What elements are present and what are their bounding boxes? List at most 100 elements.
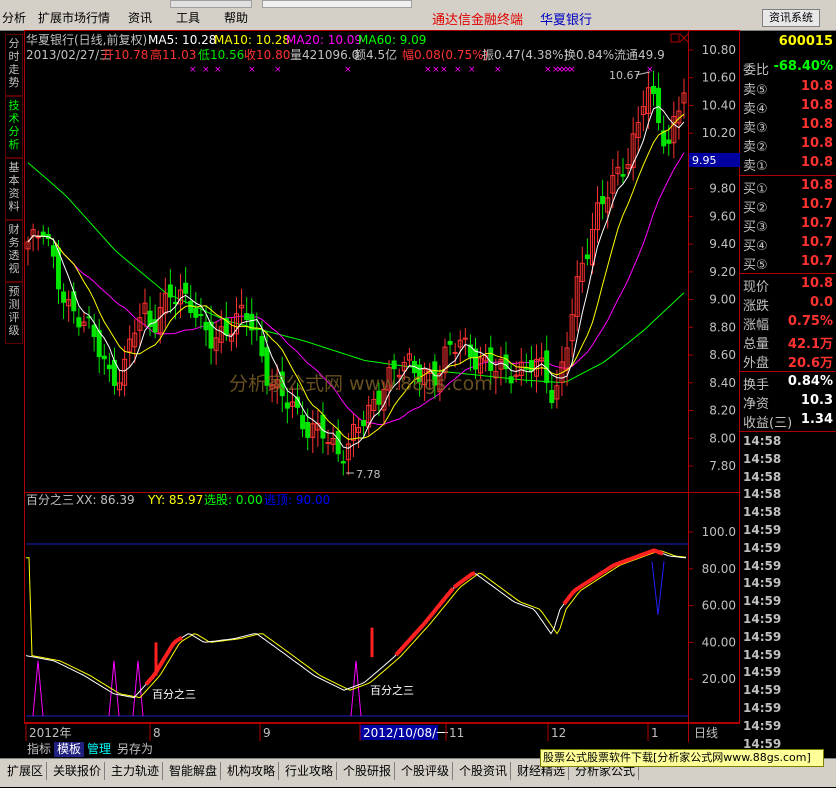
indicator-xx: XX: 86.39 <box>76 493 135 507</box>
stat-row: 涨幅 0.75% <box>740 313 836 333</box>
xx-rising-segment <box>452 571 476 589</box>
period-label[interactable]: 日线 <box>694 726 718 740</box>
menu-analysis[interactable]: 分析 <box>2 9 26 26</box>
stat-value: 0.75% <box>787 314 833 329</box>
signal-label-2: 百分之三 <box>370 683 414 697</box>
ask-row: 卖⑤ 10.8 <box>740 78 836 98</box>
menu-help[interactable]: 帮助 <box>224 9 248 26</box>
tab-intraday-label: 分时走势 <box>8 37 20 89</box>
tick-row: 14:59 <box>740 557 836 575</box>
signal-marker-icon: × <box>214 65 222 75</box>
price-tick-label: 9.40 <box>709 237 736 251</box>
ma5-label: MA5: 10.28 <box>148 33 216 47</box>
candle-body <box>198 314 204 317</box>
tick-row: 14:59 <box>740 574 836 592</box>
candle-body <box>91 324 97 337</box>
status-item[interactable]: 个股研报 <box>340 762 396 780</box>
tab-basic-info[interactable]: 基本资料 <box>5 158 23 220</box>
candle-body <box>656 87 662 124</box>
status-item[interactable]: 智能解盘 <box>166 762 222 780</box>
candle-body <box>391 360 397 370</box>
signal-marker-icon: × <box>568 65 576 75</box>
tab-save-as[interactable]: 另存为 <box>114 742 156 757</box>
status-item[interactable]: 扩展区 <box>4 762 48 780</box>
status-item[interactable]: 个股评级 <box>398 762 454 780</box>
tab-finance[interactable]: 财务透视 <box>5 220 23 282</box>
tick-time: 14:59 <box>743 683 782 698</box>
tick-time: 14:59 <box>743 665 782 680</box>
tick-row: 14:58 <box>740 432 836 450</box>
status-item[interactable]: 机构攻略 <box>224 762 280 780</box>
tab-technical[interactable]: 技术分析 <box>5 96 23 158</box>
panel-close-icon[interactable] <box>679 33 689 43</box>
menu-info[interactable]: 资讯 <box>128 9 152 26</box>
price-tick-label: 8.00 <box>709 431 736 445</box>
candle-body <box>106 364 112 370</box>
time-label: 2012/10/08/一 <box>363 726 448 740</box>
toolbar-tab-right[interactable] <box>262 0 412 8</box>
tab-indicator[interactable]: 指标 <box>24 742 54 757</box>
tick-row: 14:59 <box>740 592 836 610</box>
candle-body <box>523 367 529 370</box>
status-item[interactable]: 行业攻略 <box>282 762 338 780</box>
tick-row: 14:58 <box>740 450 836 468</box>
signal-markers: × × × × × × × × × × × × × ××××× × <box>189 65 654 75</box>
signal-marker-icon: × <box>494 65 502 75</box>
kline-chart[interactable]: 华夏银行(日线,前复权) MA5: 10.28 MA10: 10.28 MA20… <box>24 30 740 742</box>
stat2-row: 换手 0.84% <box>740 373 836 393</box>
signal-label-1: 百分之三 <box>152 687 196 701</box>
ad-banner[interactable]: 股票公式股票软件下载[分析家公式网www.88gs.com] <box>540 749 824 767</box>
tab-basic-info-label: 基本资料 <box>8 161 20 213</box>
panel-restore-icon[interactable] <box>670 33 680 43</box>
menu-tools[interactable]: 工具 <box>176 9 200 26</box>
ind-tick-label: 100.0 <box>702 525 736 539</box>
toolbar-tab-left[interactable] <box>170 0 252 8</box>
info-system-button[interactable]: 资讯系统 <box>762 9 820 27</box>
top-dip-spike <box>651 561 665 615</box>
menu-extended-market[interactable]: 扩展市场行情 <box>38 9 110 26</box>
signal-marker-icon: × <box>248 65 256 75</box>
tab-rating[interactable]: 预测评级 <box>5 282 23 344</box>
status-item[interactable]: 个股资讯 <box>456 762 512 780</box>
signal-marker-icon: × <box>202 65 210 75</box>
bid-price: 10.7 <box>800 197 833 212</box>
current-price-tag-text: 9.95 <box>692 154 717 167</box>
stat-value: 20.6万 <box>787 356 833 371</box>
change-value: 0.08(0.75%) <box>414 48 488 62</box>
candle-body <box>488 347 494 371</box>
time-label: 8 <box>153 726 161 740</box>
tick-row: 14:58 <box>740 485 836 503</box>
ask-label: 卖③ <box>743 121 768 136</box>
weibi-row: 委比 -68.40% <box>740 58 836 78</box>
tick-row: 14:59 <box>740 628 836 646</box>
tick-time: 14:59 <box>743 558 782 573</box>
tick-row: 14:58 <box>740 503 836 521</box>
price-tick-label: 8.20 <box>709 404 736 418</box>
status-item[interactable]: 关联报价 <box>50 762 106 780</box>
tab-finance-label: 财务透视 <box>8 223 20 275</box>
bid-label: 买② <box>743 201 768 216</box>
candle-body <box>50 245 56 257</box>
tick-row: 14:59 <box>740 663 836 681</box>
tick-time: 14:59 <box>743 701 782 715</box>
tab-template[interactable]: 模板 <box>54 742 85 757</box>
indicator-xuangu: 选股: 0.00 <box>204 493 263 507</box>
candle-body <box>284 402 290 409</box>
candle-body <box>96 330 102 358</box>
tab-intraday[interactable]: 分时走势 <box>5 34 23 96</box>
tick-time: 14:59 <box>743 612 782 626</box>
tick-row: 14:59 <box>740 699 836 717</box>
weibi-label: 委比 <box>743 63 770 78</box>
price-tick-label: 10.40 <box>702 98 736 112</box>
bid-price: 10.8 <box>800 178 833 193</box>
candle-body <box>244 313 250 321</box>
signal-marker-icon: × <box>189 65 197 75</box>
candle-body <box>340 461 346 464</box>
tab-manage[interactable]: 管理 <box>84 742 114 757</box>
status-item[interactable]: 主力轨迹 <box>108 762 164 780</box>
tick-time: 14:59 <box>743 523 782 537</box>
price-tick-label: 8.80 <box>709 320 736 334</box>
candle-body <box>193 307 199 318</box>
candle-body <box>666 139 672 144</box>
ind-tick-label: 40.00 <box>702 635 736 649</box>
